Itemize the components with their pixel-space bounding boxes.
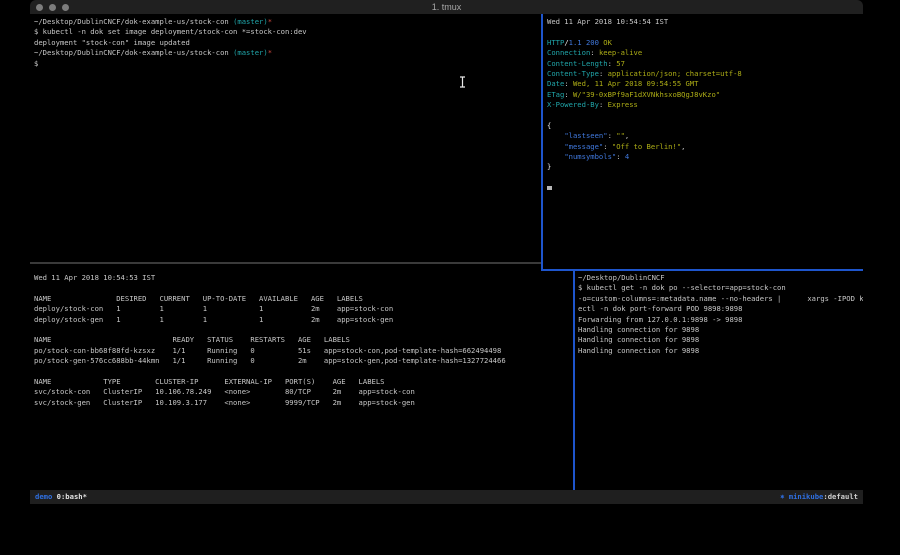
terminal-line: [547, 27, 863, 37]
pane-bottom-left-kubectl-get[interactable]: Wed 11 Apr 2018 10:54:53 IST NAME DESIRE…: [30, 264, 577, 499]
terminal-line: po/stock-gen-576cc688bb-44kmn 1/1 Runnin…: [34, 356, 577, 366]
terminal-line: po/stock-con-bb68f88fd-kzsxz 1/1 Running…: [34, 346, 577, 356]
terminal-line: X-Powered-By: Express: [547, 100, 863, 110]
terminal-line: ETag: W/"39-0xBPf9aF1dXVNkhsxoBQgJ8vKzo": [547, 90, 863, 100]
terminal-line: NAME READY STATUS RESTARTS AGE LABELS: [34, 335, 577, 345]
terminal-line: Wed 11 Apr 2018 10:54:53 IST: [34, 273, 577, 283]
terminal-line: ~/Desktop/DublinCNCF/dok-example-us/stoc…: [34, 17, 545, 27]
terminal-line: NAME DESIRED CURRENT UP-TO-DATE AVAILABL…: [34, 294, 577, 304]
terminal-line: $ kubectl -n dok set image deployment/st…: [34, 27, 545, 37]
terminal-line: -o=custom-columns=:metadata.name --no-he…: [578, 294, 863, 304]
mouse-cursor-ibeam: [459, 73, 466, 85]
tmux-session: ~/Desktop/DublinCNCF/dok-example-us/stoc…: [30, 0, 863, 509]
pane-top-right-http-response[interactable]: Wed 11 Apr 2018 10:54:54 IST HTTP/1.1 20…: [544, 14, 863, 272]
cursor-block: [547, 186, 552, 190]
terminal-line: "lastseen": "",: [547, 131, 863, 141]
tmux-status-bar: demo 0:bash* ⎈ minikube:default: [30, 490, 863, 504]
desktop-background: 1. tmux ~/Desktop/DublinCNCF/dok-example…: [0, 0, 900, 555]
terminal-line: ectl -n dok port-forward POD 9898:9898: [578, 304, 863, 314]
terminal-line: "numsymbols": 4: [547, 152, 863, 162]
terminal-line: ~/Desktop/DublinCNCF: [578, 273, 863, 283]
terminal-line: Content-Type: application/json; charset=…: [547, 69, 863, 79]
window-tab-bash[interactable]: 0:bash*: [52, 492, 87, 501]
terminal-line: deployment "stock-con" image updated: [34, 38, 545, 48]
kube-context: minikube: [789, 492, 824, 501]
terminal-line: Handling connection for 9898: [578, 335, 863, 345]
terminal-line: [547, 173, 863, 183]
terminal-line: deploy/stock-gen 1 1 1 1 2m app=stock-ge…: [34, 315, 577, 325]
status-right: ⎈ minikube:default: [780, 490, 858, 504]
terminal-line: Content-Length: 57: [547, 59, 863, 69]
pane-top-left-shell[interactable]: ~/Desktop/DublinCNCF/dok-example-us/stoc…: [30, 14, 545, 265]
terminal-line: $: [34, 59, 545, 69]
terminal-line: [34, 325, 577, 335]
terminal-line: NAME TYPE CLUSTER-IP EXTERNAL-IP PORT(S)…: [34, 377, 577, 387]
terminal-line: Handling connection for 9898: [578, 346, 863, 356]
terminal-window: 1. tmux ~/Desktop/DublinCNCF/dok-example…: [30, 0, 863, 509]
terminal-line: ~/Desktop/DublinCNCF/dok-example-us/stoc…: [34, 48, 545, 58]
terminal-line: svc/stock-con ClusterIP 10.106.78.249 <n…: [34, 387, 577, 397]
kubernetes-helm-icon: ⎈: [780, 492, 789, 501]
terminal-line: "message": "Off to Berlin!",: [547, 142, 863, 152]
terminal-line: [34, 283, 577, 293]
terminal-line: Connection: keep-alive: [547, 48, 863, 58]
terminal-line: {: [547, 121, 863, 131]
terminal-line: }: [547, 162, 863, 172]
pane-bottom-right-port-forward[interactable]: ~/Desktop/DublinCNCF$ kubectl get -n dok…: [576, 271, 863, 492]
terminal-line: HTTP/1.1 200 OK: [547, 38, 863, 48]
terminal-line: [547, 183, 863, 193]
terminal-line: $ kubectl get -n dok po --selector=app=s…: [578, 283, 863, 293]
terminal-line: Wed 11 Apr 2018 10:54:54 IST: [547, 17, 863, 27]
terminal-line: [34, 367, 577, 377]
session-name[interactable]: demo: [35, 492, 52, 501]
status-left: demo 0:bash*: [35, 490, 87, 504]
pane-divider-vertical-top[interactable]: [541, 14, 543, 269]
terminal-line: deploy/stock-con 1 1 1 1 2m app=stock-co…: [34, 304, 577, 314]
terminal-line: Forwarding from 127.0.0.1:9898 -> 9898: [578, 315, 863, 325]
terminal-line: Handling connection for 9898: [578, 325, 863, 335]
terminal-line: svc/stock-gen ClusterIP 10.109.3.177 <no…: [34, 398, 577, 408]
pane-divider-vertical-bottom[interactable]: [573, 271, 575, 490]
terminal-line: Date: Wed, 11 Apr 2018 09:54:55 GMT: [547, 79, 863, 89]
terminal-line: [547, 111, 863, 121]
kube-namespace: :default: [823, 492, 858, 501]
